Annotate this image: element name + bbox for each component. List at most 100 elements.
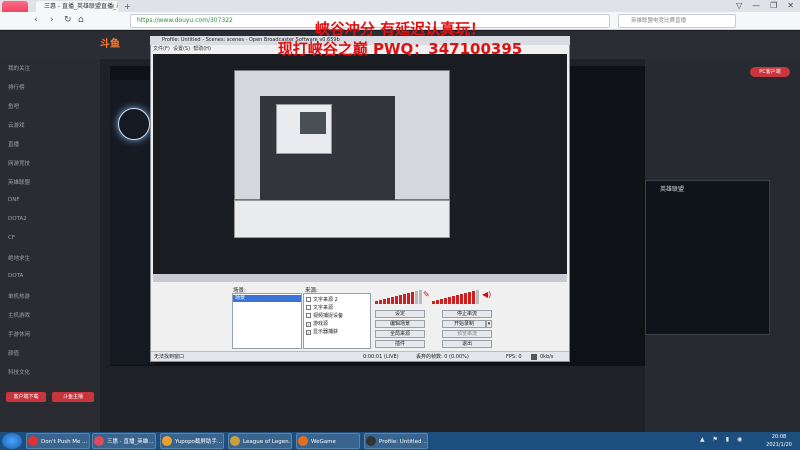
meter-bar <box>399 295 402 304</box>
sidebar-item[interactable]: 云游戏 <box>8 121 25 129</box>
nested-obs-panel <box>234 200 450 238</box>
sidebar-item[interactable]: 单机热游 <box>8 292 30 300</box>
start-recording-button[interactable]: 开始录制 <box>442 320 486 328</box>
edit-scene-button[interactable]: 编辑场景 <box>375 320 425 328</box>
meter-bar <box>403 294 406 304</box>
taskbar-clock[interactable]: 20:08 2021/1/20 <box>760 433 798 449</box>
exit-button[interactable]: 退出 <box>442 340 492 348</box>
close-button[interactable]: ✕ <box>787 0 794 12</box>
source-checkbox[interactable] <box>306 313 311 318</box>
settings-button[interactable]: 设定 <box>375 310 425 318</box>
sidebar-item[interactable]: 绝地求生 <box>8 254 30 262</box>
app-icon <box>28 436 38 446</box>
sidebar-item[interactable]: 主机游戏 <box>8 311 30 319</box>
minimize-button[interactable]: — <box>752 0 760 12</box>
meter-bar <box>476 290 479 304</box>
menu-file[interactable]: 文件(F) <box>153 46 170 52</box>
meter-bar <box>407 293 410 304</box>
source-checkbox[interactable] <box>306 305 311 310</box>
source-item[interactable]: ✓ 游戏源 <box>306 320 328 327</box>
obs-divider <box>153 274 567 282</box>
sidebar-item[interactable]: 网游竞技 <box>8 159 30 167</box>
new-tab-button[interactable]: + <box>124 1 131 12</box>
sidebar-item[interactable]: 颜值 <box>8 349 19 357</box>
microphone-icon[interactable]: ✎ <box>423 290 430 299</box>
mini-player-title: 英雄联盟 <box>660 186 685 193</box>
status-indicator <box>531 354 537 360</box>
system-tray-icons[interactable]: ▲ ⚑ ▮ ◉ <box>700 436 745 443</box>
source-item[interactable]: ✓ 显示器捕获 <box>306 328 338 335</box>
meter-bar <box>436 300 439 304</box>
pc-client-button[interactable]: PC客户端 <box>750 67 790 77</box>
source-label: 文字来源 <box>313 305 334 311</box>
source-item[interactable]: 视频捕捉设备 <box>306 312 343 319</box>
back-icon[interactable]: ‹ <box>34 14 38 26</box>
meter-bar <box>379 300 382 304</box>
meter-bar <box>375 301 378 304</box>
source-label: 游戏源 <box>313 321 329 327</box>
reload-icon[interactable]: ↻ <box>64 14 72 26</box>
sidebar-item[interactable]: DOTA2 <box>8 216 27 222</box>
speaker-icon[interactable]: ◀) <box>482 290 491 299</box>
sidebar-item[interactable]: 直播 <box>8 140 19 148</box>
app-icon <box>162 436 172 446</box>
sidebar-item[interactable]: 排行榜 <box>8 83 25 91</box>
stream-overlay-subtitle: 现打峡谷之巅 PWQ：347100395 <box>277 40 523 58</box>
status-message: 无法找到窗口 <box>154 354 185 360</box>
sidebar-item[interactable]: DOTA <box>8 273 23 279</box>
mini-player[interactable] <box>645 180 770 335</box>
meter-bar <box>432 301 435 304</box>
meter-bar <box>383 299 386 304</box>
home-icon[interactable]: ⌂ <box>78 14 84 26</box>
mic-volume-meter <box>375 290 422 304</box>
sidebar-item[interactable]: 手游休闲 <box>8 330 30 338</box>
tab-close-icon[interactable]: × <box>110 1 115 12</box>
app-icon <box>366 436 376 446</box>
scene-item[interactable]: 场景 <box>233 295 301 302</box>
menu-help[interactable]: 帮助(H) <box>193 46 211 52</box>
source-label: 文字来源 2 <box>313 297 338 303</box>
maximize-button[interactable]: ❐ <box>770 0 777 12</box>
forward-icon[interactable]: › <box>50 14 54 26</box>
meter-bar <box>464 293 467 304</box>
preview-stream-button[interactable]: 预览串流 <box>442 330 492 338</box>
meter-bar <box>468 292 471 304</box>
source-checkbox[interactable]: ✓ <box>306 322 311 327</box>
source-label: 视频捕捉设备 <box>313 313 344 319</box>
sidebar-item[interactable]: CF <box>8 235 15 241</box>
source-label: 显示器捕获 <box>313 329 339 335</box>
app-icon <box>230 436 240 446</box>
nested-window-inner <box>300 112 326 134</box>
recording-dropdown-icon[interactable]: ▾ <box>486 320 492 328</box>
streamer-button[interactable]: 斗鱼主播 <box>52 392 94 402</box>
source-checkbox[interactable]: ✓ <box>306 330 311 335</box>
obs-status-bar: 无法找到窗口 0:00:01 (LIVE) 丢弃的帧数: 0 (0.00%) F… <box>151 351 569 361</box>
sidebar-item[interactable]: 鱼吧 <box>8 102 19 110</box>
sidebar-item[interactable]: 科技文化 <box>8 368 30 376</box>
browser-tab[interactable]: 三惠 - 直播_英雄联盟直播_斗 <box>36 1 118 12</box>
meter-bar <box>395 296 398 304</box>
sidebar-item[interactable]: 英雄联盟 <box>8 178 30 186</box>
download-client-button[interactable]: 客户端下载 <box>6 392 46 402</box>
app-icon <box>298 436 308 446</box>
menu-settings[interactable]: 设置(S) <box>173 46 190 52</box>
meter-bar <box>387 298 390 304</box>
sidebar-item[interactable]: DNF <box>8 197 20 203</box>
meter-bar <box>440 299 443 304</box>
source-item[interactable]: 文字来源 2 <box>306 296 338 303</box>
desktop-volume-meter <box>432 290 479 304</box>
skin-icon[interactable]: ▽ <box>736 0 742 12</box>
stop-stream-button[interactable]: 停止串流 <box>442 310 492 318</box>
source-checkbox[interactable] <box>306 297 311 302</box>
global-sources-button[interactable]: 全局来源 <box>375 330 425 338</box>
plugins-button[interactable]: 插件 <box>375 340 425 348</box>
site-logo[interactable]: 斗鱼 <box>100 35 120 50</box>
meter-bar <box>460 294 463 304</box>
start-button-icon[interactable] <box>2 433 22 449</box>
site-sidebar <box>0 59 100 432</box>
meter-bar <box>411 292 414 304</box>
source-item[interactable]: 文字来源 <box>306 304 333 311</box>
sidebar-item[interactable]: 我的关注 <box>8 64 30 72</box>
meter-bar <box>391 297 394 304</box>
search-input[interactable]: 英雄联盟电竞比赛直播 <box>618 14 736 28</box>
